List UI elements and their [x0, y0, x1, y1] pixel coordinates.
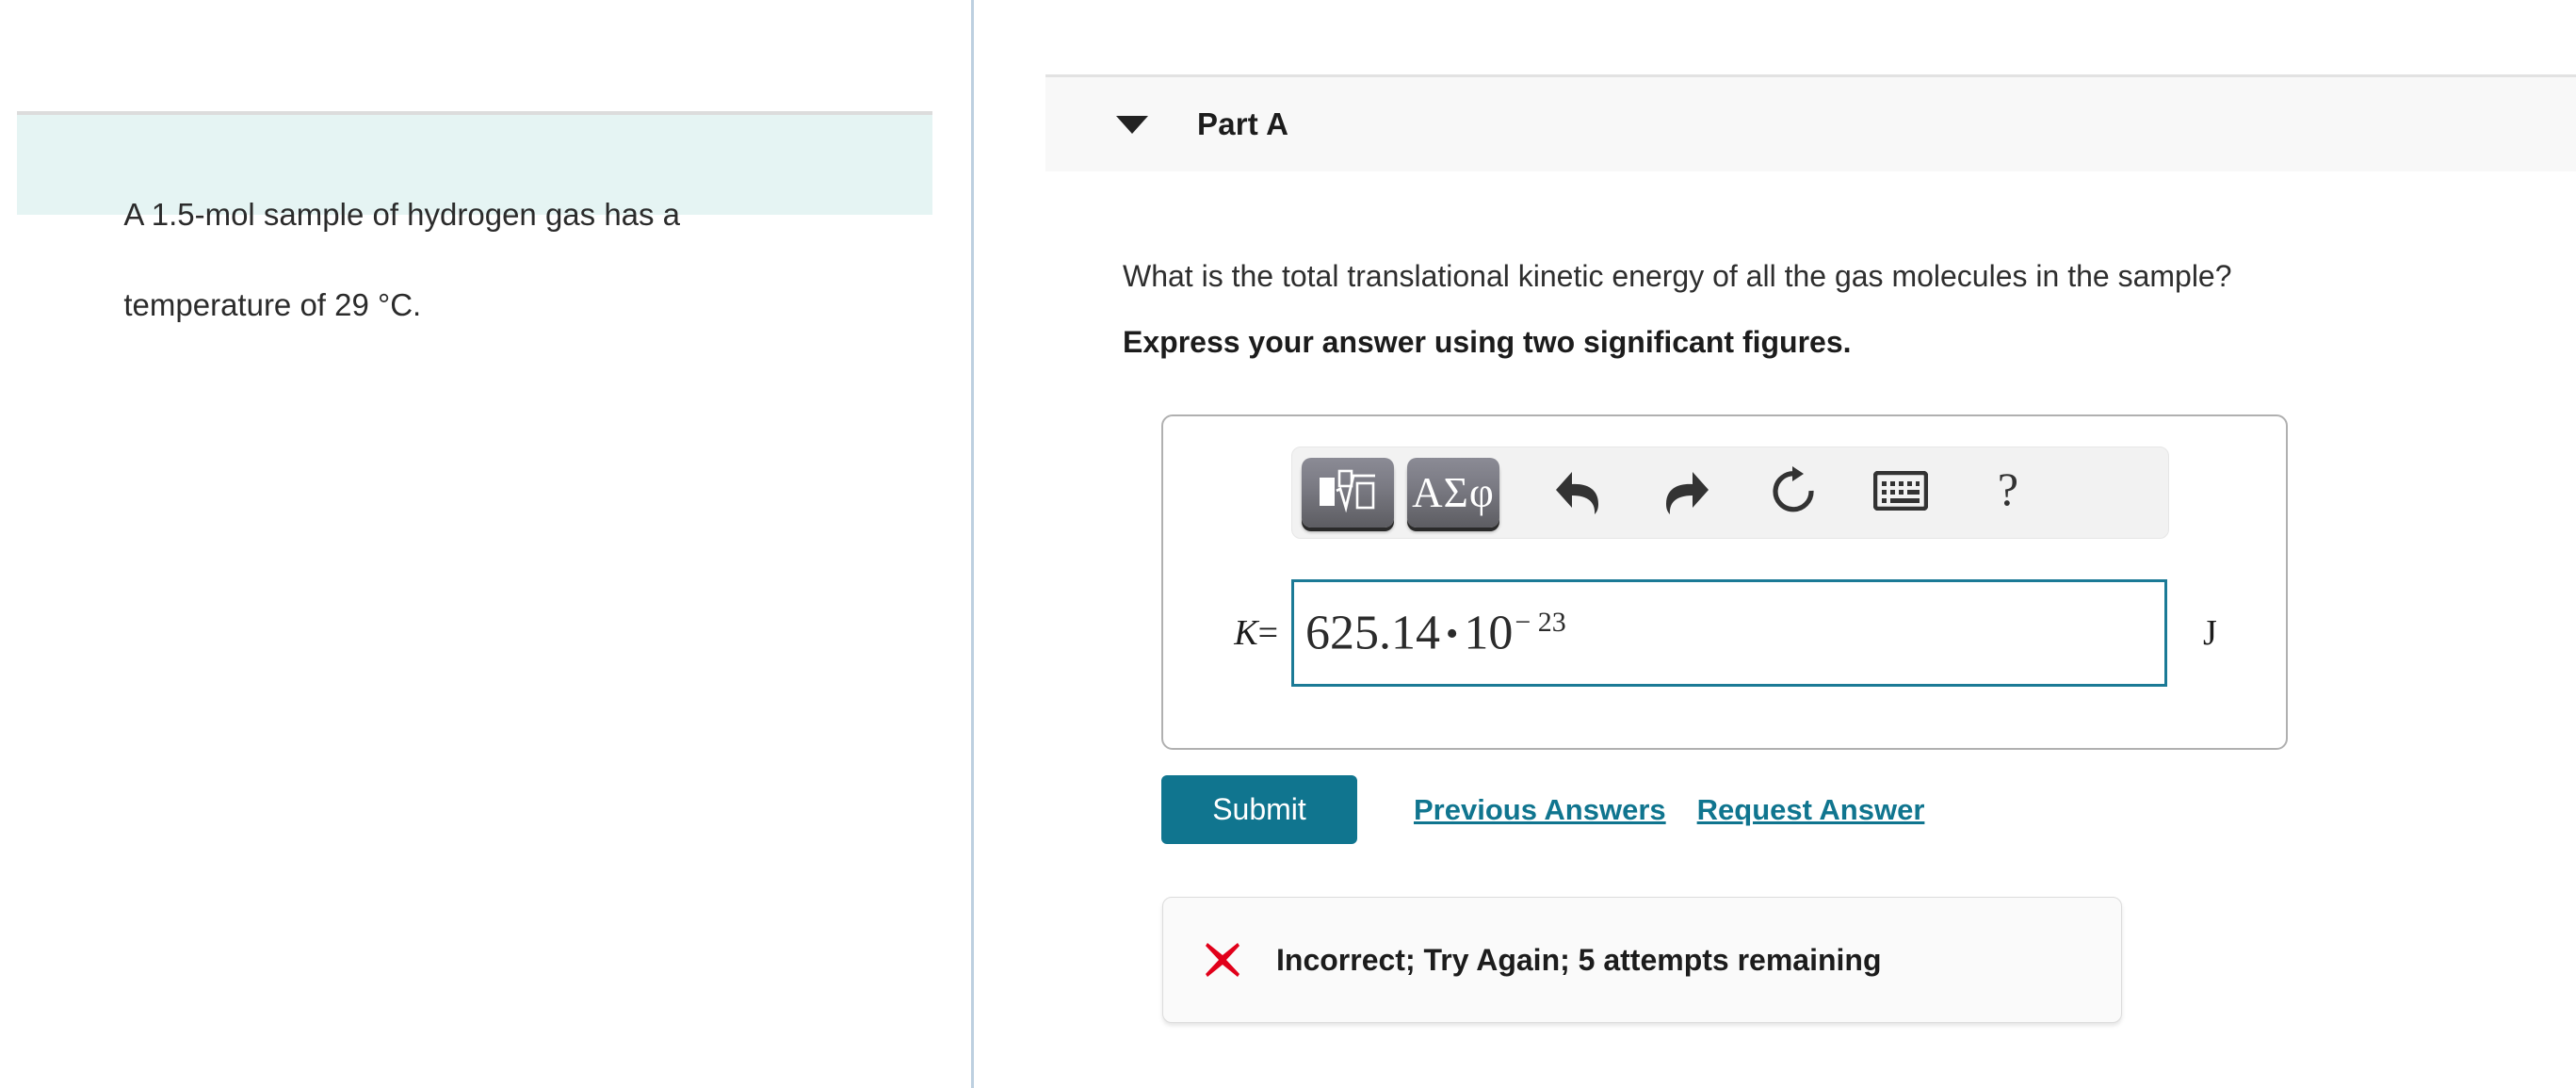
submit-button[interactable]: Submit — [1161, 775, 1357, 844]
answer-operator: • — [1446, 614, 1459, 655]
answer-unit: J — [2203, 613, 2217, 653]
feedback-box: Incorrect; Try Again; 5 attempts remaini… — [1162, 897, 2122, 1023]
answer-pane: Part A What is the total translational k… — [974, 0, 2576, 1088]
math-toolbar: ΑΣφ ? — [1291, 447, 2169, 539]
redo-button[interactable] — [1644, 458, 1727, 528]
feedback-message: Incorrect; Try Again; 5 attempts remaini… — [1276, 942, 1882, 977]
keyboard-icon — [1872, 470, 1929, 515]
triangle-down-icon[interactable] — [1116, 115, 1148, 134]
greek-letters-icon: ΑΣφ — [1412, 468, 1495, 516]
answer-equals-sign: = — [1257, 613, 1278, 653]
redo-arrow-icon — [1661, 466, 1711, 520]
undo-arrow-icon — [1553, 466, 1604, 520]
part-a-title: Part A — [1197, 106, 1289, 141]
reset-button[interactable] — [1752, 458, 1835, 528]
question-mark-icon: ? — [1987, 463, 2029, 521]
part-a-header[interactable]: Part A — [1045, 74, 2576, 171]
answer-variable: K — [1234, 613, 1258, 653]
action-row: Submit Previous Answers Request Answer — [1161, 775, 1924, 844]
svg-text:?: ? — [1998, 465, 2018, 515]
refresh-circle-icon — [1769, 465, 1818, 521]
template-palette-button[interactable] — [1302, 458, 1394, 528]
undo-button[interactable] — [1537, 458, 1620, 528]
answer-mantissa: 625.14 — [1305, 606, 1440, 660]
help-button[interactable]: ? — [1967, 458, 2049, 528]
square-root-template-icon — [1319, 469, 1377, 517]
question-instruction: Express your answer using two significan… — [1123, 325, 1852, 359]
answer-exponent: − 23 — [1515, 606, 1566, 638]
question-block: What is the total translational kinetic … — [1123, 257, 2564, 361]
problem-statement-pane: A 1.5-mol sample of hydrogen gas has a t… — [0, 0, 971, 1088]
problem-statement-box: A 1.5-mol sample of hydrogen gas has a t… — [17, 111, 932, 322]
answer-input[interactable]: 625.14 • 10− 23 — [1291, 579, 2167, 687]
problem-line-1: A 1.5-mol sample of hydrogen gas has a — [123, 197, 681, 232]
request-answer-link[interactable]: Request Answer — [1697, 793, 1925, 827]
page-root: A 1.5-mol sample of hydrogen gas has a t… — [0, 0, 2576, 1088]
x-mark-icon — [1203, 940, 1242, 980]
answer-row: K= 625.14 • 10− 23 J — [1163, 578, 2286, 688]
answer-base: 10 — [1464, 606, 1514, 660]
answer-value: 625.14 • 10− 23 — [1305, 606, 1566, 660]
question-prompt: What is the total translational kinetic … — [1123, 259, 2232, 293]
previous-answers-link[interactable]: Previous Answers — [1414, 793, 1666, 827]
keyboard-button[interactable] — [1859, 458, 1942, 528]
problem-line-2: temperature of 29 °C. — [123, 287, 422, 322]
greek-symbols-button[interactable]: ΑΣφ — [1407, 458, 1499, 528]
problem-statement-text: A 1.5-mol sample of hydrogen gas has a t… — [55, 147, 770, 373]
answer-entry-container: ΑΣφ ? K= 625.14 • 10− 23 J — [1161, 414, 2288, 750]
answer-variable-label: K= — [1163, 612, 1291, 654]
